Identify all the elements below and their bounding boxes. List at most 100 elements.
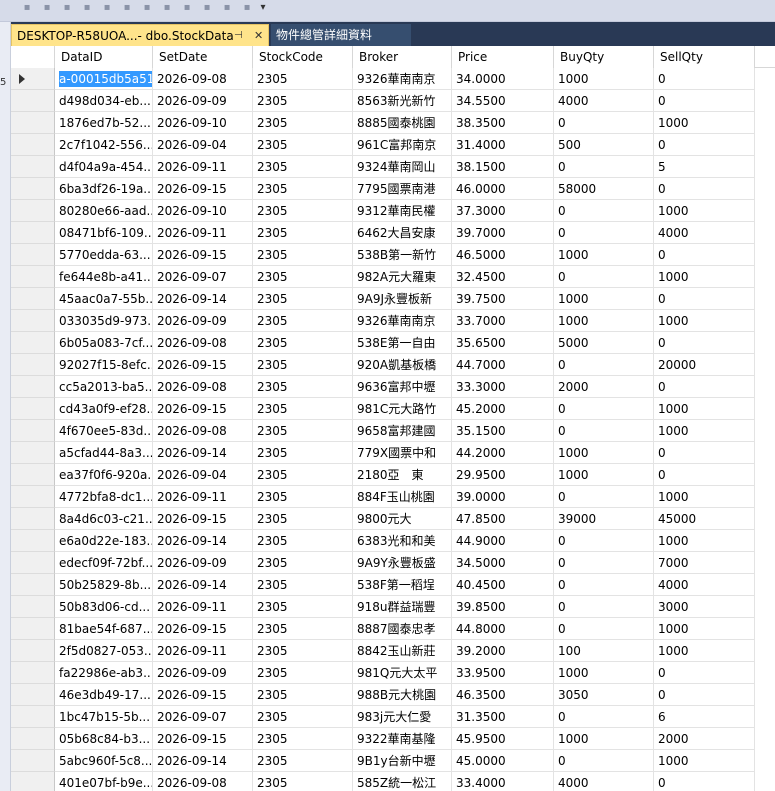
table-cell[interactable]: 0 [654, 68, 755, 90]
row-selector[interactable] [11, 68, 55, 90]
table-cell[interactable]: 1000 [654, 640, 755, 662]
table-cell[interactable]: 1000 [654, 266, 755, 288]
table-cell[interactable]: 779X國票中和 [353, 442, 452, 464]
table-cell[interactable]: 5 [654, 156, 755, 178]
table-cell[interactable]: 2305 [253, 288, 353, 310]
table-cell[interactable]: 2305 [253, 662, 353, 684]
table-cell[interactable]: 2026-09-09 [153, 552, 253, 574]
table-cell[interactable]: 2026-09-09 [153, 662, 253, 684]
row-selector[interactable] [11, 772, 55, 791]
table-cell[interactable]: 2026-09-14 [153, 288, 253, 310]
tab-stockdata[interactable]: DESKTOP-R58UOA...- dbo.StockData ⊣ ✕ [11, 24, 269, 46]
table-row[interactable]: d4f04a9a-454... 2026-09-11 2305 9324華南岡山 38.… [11, 156, 775, 178]
table-row[interactable]: edecf09f-72bf... 2026-09-09 2305 9A9Y永豐板盛 34… [11, 552, 775, 574]
table-cell[interactable]: 0 [554, 156, 654, 178]
table-cell[interactable]: 2026-09-15 [153, 684, 253, 706]
table-cell[interactable]: 44.9000 [452, 530, 554, 552]
table-cell[interactable]: 918u群益瑞豐 [353, 596, 452, 618]
table-cell[interactable]: 981Q元大太平 [353, 662, 452, 684]
table-cell[interactable]: 2305 [253, 772, 353, 791]
table-cell[interactable]: 45.2000 [452, 398, 554, 420]
row-selector[interactable] [11, 90, 55, 112]
table-cell[interactable]: 46.5000 [452, 244, 554, 266]
table-cell[interactable]: 0 [654, 178, 755, 200]
table-cell[interactable]: 2026-09-08 [153, 332, 253, 354]
table-cell[interactable]: 2305 [253, 596, 353, 618]
table-cell[interactable]: 2305 [253, 310, 353, 332]
table-cell[interactable]: 2305 [253, 442, 353, 464]
table-cell[interactable]: 0 [654, 662, 755, 684]
table-cell[interactable]: 2026-09-11 [153, 640, 253, 662]
table-cell[interactable]: 2026-09-11 [153, 156, 253, 178]
table-cell[interactable]: 2305 [253, 112, 353, 134]
toolbar-button-icon[interactable]: ▪ [160, 2, 174, 14]
table-cell[interactable]: 3050 [554, 684, 654, 706]
table-cell[interactable]: 2026-09-11 [153, 222, 253, 244]
table-cell[interactable]: 5abc960f-5c8... [55, 750, 153, 772]
table-cell[interactable]: 2305 [253, 486, 353, 508]
table-cell[interactable]: 0 [554, 222, 654, 244]
toolbar-button-icon[interactable]: ▪ [80, 2, 94, 14]
table-row[interactable]: 401e07bf-b9e... 2026-09-08 2305 585Z統一松江 33.… [11, 772, 775, 791]
table-cell[interactable]: 2026-09-10 [153, 200, 253, 222]
table-cell[interactable]: 1000 [654, 398, 755, 420]
table-cell[interactable]: 2180亞 東 [353, 464, 452, 486]
table-cell[interactable]: 45000 [654, 508, 755, 530]
table-cell[interactable]: 2026-09-08 [153, 376, 253, 398]
table-cell[interactable]: 538F第一稻埕 [353, 574, 452, 596]
row-selector[interactable] [11, 244, 55, 266]
table-cell[interactable]: 2026-09-04 [153, 464, 253, 486]
table-row[interactable]: 50b25829-8b... 2026-09-14 2305 538F第一稻埕 40.4… [11, 574, 775, 596]
table-cell[interactable]: 9326華南南京 [353, 310, 452, 332]
table-cell[interactable]: 05b68c84-b3... [55, 728, 153, 750]
table-cell[interactable]: 9324華南岡山 [353, 156, 452, 178]
table-cell[interactable]: d498d034-eb... [55, 90, 153, 112]
row-selector[interactable] [11, 618, 55, 640]
table-cell[interactable]: a-00015db5a515 [55, 68, 153, 90]
pin-icon[interactable]: ⊣ [234, 25, 243, 46]
table-row[interactable]: 80280e66-aad... 2026-09-10 2305 9312華南民權 37.… [11, 200, 775, 222]
table-cell[interactable]: 38.1500 [452, 156, 554, 178]
table-cell[interactable]: 0 [654, 244, 755, 266]
table-cell[interactable]: 1000 [554, 442, 654, 464]
table-cell[interactable]: 38.3500 [452, 112, 554, 134]
table-cell[interactable]: 1000 [554, 310, 654, 332]
table-cell[interactable]: 2305 [253, 178, 353, 200]
table-row[interactable]: 08471bf6-109... 2026-09-11 2305 6462大昌安康 39.… [11, 222, 775, 244]
table-cell[interactable]: 9800元大 [353, 508, 452, 530]
table-cell[interactable]: 981C元大路竹 [353, 398, 452, 420]
table-cell[interactable]: 92027f15-8efc... [55, 354, 153, 376]
table-cell[interactable]: ea37f0f6-920a... [55, 464, 153, 486]
table-cell[interactable]: 8a4d6c03-c21... [55, 508, 153, 530]
table-cell[interactable]: 2026-09-15 [153, 244, 253, 266]
table-cell[interactable]: 1000 [654, 420, 755, 442]
table-cell[interactable]: 4000 [654, 574, 755, 596]
table-cell[interactable]: 1000 [554, 728, 654, 750]
table-cell[interactable]: 2000 [654, 728, 755, 750]
table-cell[interactable]: 1876ed7b-52... [55, 112, 153, 134]
table-cell[interactable]: 39.7000 [452, 222, 554, 244]
table-cell[interactable]: 2305 [253, 508, 353, 530]
table-cell[interactable]: 2305 [253, 552, 353, 574]
table-cell[interactable]: 2026-09-14 [153, 442, 253, 464]
row-selector[interactable] [11, 442, 55, 464]
table-cell[interactable]: 9322華南基隆 [353, 728, 452, 750]
table-cell[interactable]: 2026-09-14 [153, 574, 253, 596]
table-cell[interactable]: 0 [554, 706, 654, 728]
table-cell[interactable]: 39000 [554, 508, 654, 530]
table-cell[interactable]: 2026-09-15 [153, 728, 253, 750]
table-cell[interactable]: 1000 [654, 310, 755, 332]
table-cell[interactable]: 33.7000 [452, 310, 554, 332]
table-cell[interactable]: 4000 [554, 772, 654, 791]
table-cell[interactable]: 1000 [554, 244, 654, 266]
table-cell[interactable]: 8842玉山新莊 [353, 640, 452, 662]
table-cell[interactable]: 44.2000 [452, 442, 554, 464]
table-cell[interactable]: 100 [554, 640, 654, 662]
table-row[interactable]: 6ba3df26-19a... 2026-09-15 2305 7795國票南港 46.… [11, 178, 775, 200]
table-cell[interactable]: 9A9Y永豐板盛 [353, 552, 452, 574]
table-cell[interactable]: 0 [654, 684, 755, 706]
table-cell[interactable]: 6462大昌安康 [353, 222, 452, 244]
table-cell[interactable]: 39.7500 [452, 288, 554, 310]
table-cell[interactable]: 31.4000 [452, 134, 554, 156]
table-cell[interactable]: 34.5500 [452, 90, 554, 112]
